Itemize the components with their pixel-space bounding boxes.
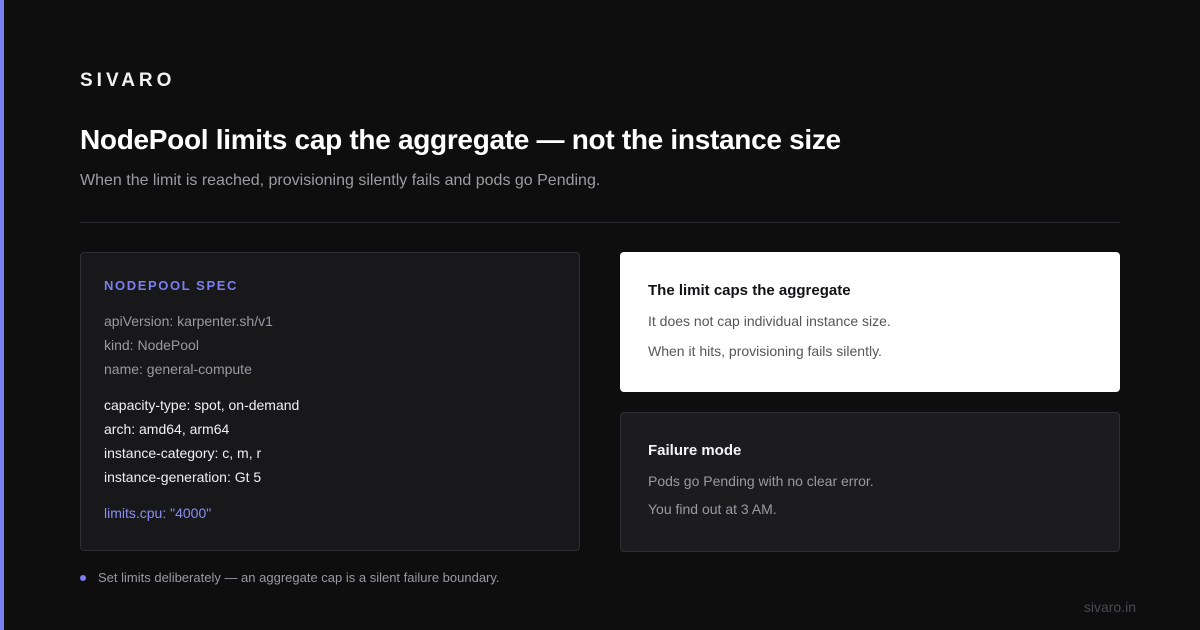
takeaway-text: Set limits deliberately — an aggregate c…: [98, 570, 500, 585]
spec-heading: NODEPOOL SPEC: [104, 278, 238, 293]
spec-line-capacity-type: capacity-type: spot, on-demand: [104, 397, 300, 413]
failure-mode-line: Pods go Pending with no clear error.: [648, 473, 874, 489]
brand-logo: SIVARO: [80, 70, 176, 91]
takeaway-note: Set limits deliberately — an aggregate c…: [80, 570, 500, 585]
bullet-dot-icon: [80, 574, 86, 581]
spec-line-name: name: general-compute: [104, 361, 252, 377]
failure-mode-line: You find out at 3 AM.: [648, 501, 777, 517]
spec-line-api-version: apiVersion: karpenter.sh/v1: [104, 313, 273, 329]
failure-mode-title: Failure mode: [648, 442, 742, 459]
nodepool-spec-card: NODEPOOL SPEC apiVersion: karpenter.sh/v…: [80, 252, 580, 551]
spec-line-instance-generation: instance-generation: Gt 5: [104, 469, 262, 485]
page-title: NodePool limits cap the aggregate — not …: [80, 124, 841, 155]
limit-caps-line: When it hits, provisioning fails silentl…: [648, 343, 882, 359]
spec-line-arch: arch: amd64, arm64: [104, 421, 230, 437]
accent-bar: [0, 0, 4, 630]
limit-caps-title: The limit caps the aggregate: [648, 282, 851, 299]
failure-mode-card: Failure mode Pods go Pending with no cle…: [620, 412, 1120, 552]
limit-caps-card: The limit caps the aggregate It does not…: [620, 252, 1120, 392]
footer-domain: sivaro.in: [1083, 599, 1136, 615]
limit-caps-line: It does not cap individual instance size…: [648, 313, 891, 329]
spec-line-kind: kind: NodePool: [104, 337, 199, 353]
spec-line-instance-category: instance-category: c, m, r: [104, 445, 262, 461]
spec-line-limits-cpu: limits.cpu: "4000": [104, 505, 212, 521]
divider: [80, 222, 1120, 223]
page-subtitle: When the limit is reached, provisioning …: [80, 172, 601, 189]
